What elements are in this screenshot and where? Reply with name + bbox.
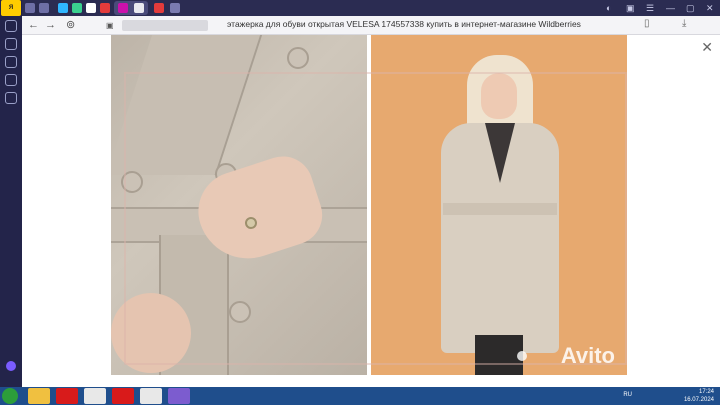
yandex-browser-icon[interactable] [140, 388, 162, 404]
back-icon[interactable]: ← [28, 18, 39, 33]
tab-strip: ◐ ▣ ☰ — ▢ ✕ [22, 0, 720, 16]
model-face [481, 73, 517, 119]
start-button-icon[interactable] [2, 388, 18, 404]
tab-bar-icon[interactable]: ☰ [646, 3, 654, 14]
clock[interactable]: 17:24 16.07.2024 [684, 388, 714, 404]
model-belt [443, 203, 557, 215]
coat-button [229, 301, 251, 323]
avito-logo-icon [517, 351, 527, 361]
yandex-browser-icon[interactable] [84, 388, 106, 404]
coat-lapel [111, 35, 266, 175]
tab-icon[interactable] [39, 3, 49, 13]
coat-button [121, 171, 143, 193]
downloads-icon[interactable]: ⤓ [682, 18, 686, 29]
maximize-icon[interactable]: ▢ [686, 3, 695, 14]
bookmark-icon[interactable]: ▯ [644, 18, 650, 29]
browser-sidebar: Я [0, 0, 22, 387]
alice-assistant-icon[interactable] [6, 361, 16, 371]
clock-time: 17:24 [698, 389, 714, 395]
tab-icon[interactable] [25, 3, 35, 13]
product-photo-model[interactable]: Avito [371, 35, 627, 375]
url-field[interactable] [122, 20, 208, 31]
explorer-icon[interactable] [28, 388, 50, 404]
sidebar-icon-play[interactable] [5, 56, 17, 68]
app-icon[interactable] [168, 388, 190, 404]
protect-icon[interactable]: ⊚ [66, 18, 75, 33]
image-viewer: Avito ✕ [22, 35, 720, 387]
yandex-logo[interactable]: Я [1, 0, 21, 16]
tab-bar-icon[interactable]: ◐ [606, 3, 611, 13]
coat-button [287, 47, 309, 69]
wildberries-tab-icon[interactable] [118, 3, 128, 13]
sidebar-icon-collections[interactable] [5, 38, 17, 50]
sidebar-icon-messenger[interactable] [5, 74, 17, 86]
tab-icon[interactable] [72, 3, 82, 13]
taskbar: RU 17:24 16.07.2024 [0, 387, 720, 405]
forward-icon[interactable]: → [45, 18, 56, 33]
minimize-icon[interactable]: — [666, 3, 675, 13]
hand [111, 293, 191, 373]
ring [245, 217, 257, 229]
sidebar-icon-tabs[interactable] [5, 20, 17, 32]
product-photo-closeup[interactable] [111, 35, 367, 375]
youtube-tab-icon[interactable] [100, 3, 110, 13]
tab-close-icon[interactable] [134, 3, 144, 13]
tab-icon[interactable] [86, 3, 96, 13]
address-bar: ← → ⊚ ▣ этажерка для обуви открытая VELE… [22, 16, 720, 35]
page-title[interactable]: этажерка для обуви открытая VELESA 17455… [227, 19, 581, 29]
tab-icon[interactable] [170, 3, 180, 13]
close-viewer-icon[interactable]: ✕ [701, 39, 713, 56]
avito-watermark: Avito [560, 343, 615, 368]
model-legs [475, 335, 523, 375]
tab-icon[interactable] [154, 3, 164, 13]
sidebar-icon-screenshot[interactable] [5, 92, 17, 104]
opera-icon[interactable] [56, 388, 78, 404]
lock-icon: ▣ [106, 21, 114, 30]
clock-date: 16.07.2024 [683, 397, 714, 403]
language-indicator[interactable]: RU [623, 392, 632, 398]
window-close-icon[interactable]: ✕ [706, 3, 714, 14]
yandex-icon[interactable] [112, 388, 134, 404]
tab-bar-icon[interactable]: ▣ [626, 3, 635, 14]
tab-icon[interactable] [58, 3, 68, 13]
